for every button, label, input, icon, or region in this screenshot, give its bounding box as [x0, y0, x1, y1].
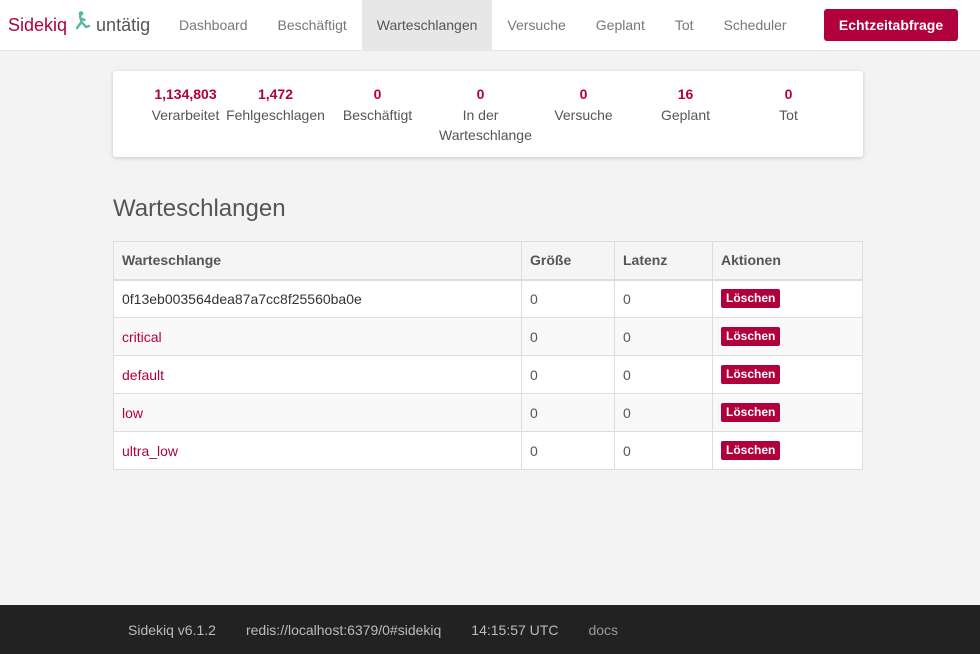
stat-scheduled[interactable]: 16 Geplant: [634, 86, 737, 125]
delete-queue-button[interactable]: Löschen: [721, 327, 781, 346]
stat-value: 0: [476, 86, 485, 102]
queue-latency: 0: [614, 279, 713, 318]
page-title: Warteschlangen: [113, 195, 286, 222]
footer: Sidekiq v6.1.2 redis://localhost:6379/0#…: [0, 605, 980, 654]
queue-link[interactable]: default: [122, 367, 164, 383]
queue-name-cell: low: [113, 393, 522, 432]
stat-retries[interactable]: 0 Versuche: [532, 86, 635, 125]
stat-label: Beschäftigt: [342, 107, 413, 123]
live-poll-button[interactable]: Echtzeitabfrage: [824, 9, 958, 41]
stat-label: In der Warteschlange: [439, 107, 532, 143]
queue-name-cell: critical: [113, 317, 522, 356]
nav-dashboard[interactable]: Dashboard: [164, 0, 263, 50]
queue-size: 0: [521, 431, 615, 470]
table-row: 0f13eb003564dea87a7cc8f25560ba0e 0 0 Lös…: [113, 279, 863, 318]
nav-busy[interactable]: Beschäftigt: [263, 0, 362, 50]
queue-size: 0: [521, 279, 615, 318]
queue-latency: 0: [614, 317, 713, 356]
queue-link[interactable]: critical: [122, 329, 162, 345]
queue-actions: Löschen: [712, 317, 863, 356]
queue-name-cell: 0f13eb003564dea87a7cc8f25560ba0e: [113, 279, 522, 318]
nav-dead[interactable]: Tot: [660, 0, 709, 50]
delete-queue-button[interactable]: Löschen: [721, 441, 781, 460]
brand-name: Sidekiq: [8, 14, 68, 35]
process-status: untätig: [96, 14, 151, 35]
stat-label: Tot: [779, 107, 798, 123]
header-queue: Warteschlange: [113, 241, 522, 281]
stat-label: Versuche: [554, 107, 613, 123]
brand[interactable]: Sidekiq untätig: [8, 0, 150, 50]
header-actions: Aktionen: [712, 241, 863, 281]
nav-retries[interactable]: Versuche: [492, 0, 580, 50]
stat-failed[interactable]: 1,472 Fehlgeschlagen: [224, 86, 327, 125]
docs-link[interactable]: docs: [588, 622, 618, 638]
delete-queue-button[interactable]: Löschen: [721, 289, 781, 309]
table-row: default 0 0 Löschen: [113, 355, 863, 394]
queue-link[interactable]: low: [122, 405, 143, 421]
delete-queue-button[interactable]: Löschen: [721, 403, 781, 422]
nav-queues[interactable]: Warteschlangen: [361, 0, 493, 50]
queue-size: 0: [521, 355, 615, 394]
stat-value: 0: [579, 86, 588, 102]
redis-url: redis://localhost:6379/0#sidekiq: [245, 621, 442, 638]
stat-label: Fehlgeschlagen: [226, 107, 325, 123]
stat-busy[interactable]: 0 Beschäftigt: [326, 86, 429, 125]
queue-link[interactable]: 0f13eb003564dea87a7cc8f25560ba0e: [122, 291, 362, 307]
queue-name-cell: ultra_low: [113, 431, 522, 470]
stats-panel: 1,134,803 Verarbeitet 1,472 Fehlgeschlag…: [113, 71, 863, 157]
queue-size: 0: [521, 317, 615, 356]
footer-items: Sidekiq v6.1.2 redis://localhost:6379/0#…: [128, 605, 648, 654]
stat-value: 1,134,803: [154, 86, 217, 102]
stat-value: 16: [677, 86, 694, 102]
stat-value: 1,472: [257, 86, 294, 102]
queue-link[interactable]: ultra_low: [122, 443, 178, 459]
queue-latency: 0: [614, 431, 713, 470]
queue-size: 0: [521, 393, 615, 432]
sidekiq-version: Sidekiq v6.1.2: [128, 621, 216, 638]
main-nav: Dashboard Beschäftigt Warteschlangen Ver…: [164, 0, 802, 50]
stat-value: 0: [784, 86, 793, 102]
server-time: 14:15:57 UTC: [471, 621, 559, 638]
stat-label: Verarbeitet: [151, 107, 220, 123]
stat-value: 0: [373, 86, 382, 102]
stat-dead[interactable]: 0 Tot: [737, 86, 840, 125]
nav-scheduler[interactable]: Scheduler: [709, 0, 802, 50]
queue-actions: Löschen: [712, 431, 863, 470]
table-row: ultra_low 0 0 Löschen: [113, 431, 863, 470]
header-size: Größe: [521, 241, 615, 281]
table-row: low 0 0 Löschen: [113, 393, 863, 432]
delete-queue-button[interactable]: Löschen: [721, 365, 781, 384]
table-header-row: Warteschlange Größe Latenz Aktionen: [113, 241, 863, 281]
queue-name-cell: default: [113, 355, 522, 394]
queue-actions: Löschen: [712, 355, 863, 394]
stat-enqueued[interactable]: 0 In der Warteschlange: [429, 86, 532, 145]
queue-actions: Löschen: [712, 279, 863, 318]
nav-scheduled[interactable]: Geplant: [581, 0, 660, 50]
table-row: critical 0 0 Löschen: [113, 317, 863, 356]
header-latency: Latenz: [614, 241, 713, 281]
stat-processed[interactable]: 1,134,803 Verarbeitet: [134, 86, 237, 125]
queues-table: Warteschlange Größe Latenz Aktionen 0f13…: [113, 241, 863, 470]
navbar: Sidekiq untätig Dashboard Beschäftigt Wa…: [0, 0, 980, 51]
queue-actions: Löschen: [712, 393, 863, 432]
queue-latency: 0: [614, 393, 713, 432]
queue-latency: 0: [614, 355, 713, 394]
running-figure-icon: [74, 11, 91, 33]
stat-label: Geplant: [660, 107, 711, 123]
